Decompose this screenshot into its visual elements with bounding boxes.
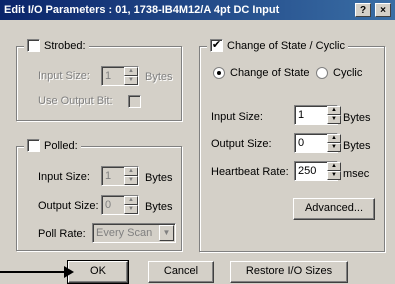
spin-down-icon[interactable]: ▼ [327, 143, 341, 152]
chevron-down-icon[interactable]: ▼ [159, 225, 174, 241]
cyclic-mode-label: Cyclic [333, 67, 363, 79]
spin-down-icon[interactable]: ▼ [124, 205, 138, 214]
cos-checkbox[interactable]: ✔ [210, 39, 223, 52]
spin-up-icon[interactable]: ▲ [327, 106, 341, 115]
cos-legend: ✔ Change of State / Cyclic [207, 39, 349, 52]
cos-input-size-label: Input Size: [211, 111, 263, 123]
use-output-bit-checkbox[interactable] [128, 95, 141, 108]
spin-down-icon[interactable]: ▼ [327, 171, 341, 180]
polled-input-size-spinner[interactable]: ▲ ▼ [124, 167, 138, 185]
spin-up-icon[interactable]: ▲ [124, 196, 138, 205]
title-bar: Edit I/O Parameters : 01, 1738-IB4M12/A … [0, 0, 395, 20]
spin-up-icon[interactable]: ▲ [327, 134, 341, 143]
heartbeat-rate-unit: msec [343, 168, 370, 180]
cos-input-size-unit: Bytes [343, 112, 371, 124]
close-button[interactable]: × [375, 3, 391, 17]
cos-output-size-label: Output Size: [211, 138, 272, 150]
strobed-input-size-spinner[interactable]: ▲ ▼ [124, 67, 138, 85]
poll-rate-label: Poll Rate: [38, 228, 86, 240]
spin-up-icon[interactable]: ▲ [124, 67, 138, 76]
ok-button[interactable]: OK [67, 260, 129, 284]
cos-label: Change of State / Cyclic [227, 39, 346, 52]
spin-up-icon[interactable]: ▲ [327, 162, 341, 171]
spin-down-icon[interactable]: ▼ [327, 115, 341, 124]
strobed-legend: Strobed: [24, 39, 89, 52]
polled-legend: Polled: [24, 139, 81, 152]
cos-output-size-unit: Bytes [343, 140, 371, 152]
strobed-input-size-label: Input Size: [38, 70, 90, 82]
spin-down-icon[interactable]: ▼ [124, 76, 138, 85]
cyclic-mode-radio[interactable] [316, 67, 328, 79]
cos-input-size-spinner[interactable]: ▲ ▼ [327, 106, 341, 124]
window-title: Edit I/O Parameters : 01, 1738-IB4M12/A … [4, 4, 280, 16]
annotation-arrow-line [0, 271, 68, 273]
cancel-button[interactable]: Cancel [148, 261, 214, 283]
strobed-label: Strobed: [44, 39, 86, 52]
heartbeat-rate-spinner[interactable]: ▲ ▼ [327, 162, 341, 180]
heartbeat-rate-label: Heartbeat Rate: [211, 166, 289, 178]
cos-mode-label: Change of State [230, 67, 310, 79]
poll-rate-select[interactable]: Every Scan ▼ [92, 223, 176, 243]
polled-input-size-label: Input Size: [38, 171, 90, 183]
help-button[interactable]: ? [355, 3, 371, 17]
cos-mode-radio[interactable] [213, 67, 225, 79]
polled-checkbox[interactable] [27, 139, 40, 152]
polled-label: Polled: [44, 139, 78, 152]
spin-down-icon[interactable]: ▼ [124, 176, 138, 185]
strobed-group: Strobed: [16, 39, 182, 121]
strobed-input-size-unit: Bytes [145, 71, 173, 83]
cos-output-size-spinner[interactable]: ▲ ▼ [327, 134, 341, 152]
restore-io-sizes-button[interactable]: Restore I/O Sizes [230, 261, 348, 283]
polled-output-size-spinner[interactable]: ▲ ▼ [124, 196, 138, 214]
advanced-button[interactable]: Advanced... [293, 198, 375, 220]
polled-output-size-label: Output Size: [38, 200, 99, 212]
spin-up-icon[interactable]: ▲ [124, 167, 138, 176]
poll-rate-value: Every Scan [96, 227, 153, 239]
polled-input-size-unit: Bytes [145, 172, 173, 184]
arrow-right-icon [64, 266, 74, 278]
strobed-checkbox[interactable] [27, 39, 40, 52]
use-output-bit-label: Use Output Bit: [38, 95, 113, 107]
polled-output-size-unit: Bytes [145, 201, 173, 213]
